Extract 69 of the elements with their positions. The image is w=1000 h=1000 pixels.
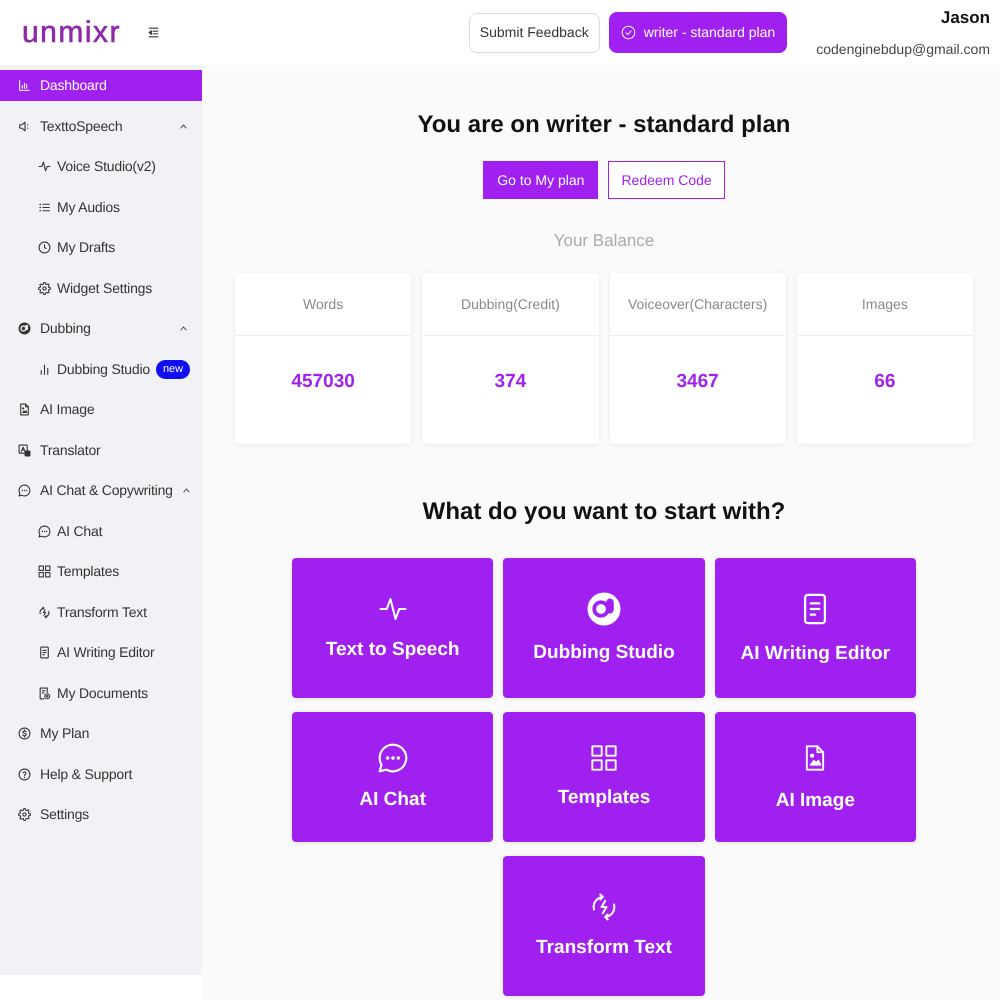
sidebar-item[interactable]: AI Writing Editor bbox=[0, 637, 202, 668]
balance-label: Images bbox=[862, 294, 908, 314]
microphone-disc-icon bbox=[586, 591, 622, 627]
chat-icon bbox=[376, 742, 409, 774]
balance-label: Words bbox=[303, 294, 344, 314]
balance-label: Voiceover(Characters) bbox=[628, 294, 768, 314]
sidebar-item[interactable]: Settings bbox=[0, 799, 202, 830]
settings-icon bbox=[18, 808, 31, 821]
sidebar-item[interactable]: My Plan bbox=[0, 718, 202, 749]
sidebar-item[interactable]: My Documents bbox=[0, 678, 202, 708]
chat-icon bbox=[18, 484, 31, 497]
sidebar-item[interactable]: TexttoSpeech bbox=[0, 110, 202, 142]
plan-title: You are on writer - standard plan bbox=[418, 110, 790, 140]
sidebar-item[interactable]: Help & Support bbox=[0, 758, 202, 790]
plan-button[interactable]: writer - standard plan bbox=[608, 12, 788, 53]
balance-value: 374 bbox=[494, 370, 526, 394]
sidebar-item[interactable]: AI Chat & Copywriting bbox=[0, 475, 202, 506]
speaker-icon bbox=[18, 120, 31, 132]
document-gear-icon bbox=[38, 686, 51, 700]
balance-value: 3467 bbox=[676, 370, 719, 394]
feature-tile[interactable]: Text to Speech bbox=[292, 558, 494, 698]
user-email: codenginebdup@gmail.com bbox=[816, 40, 990, 58]
dollar-icon bbox=[18, 727, 31, 740]
balance-label: Dubbing(Credit) bbox=[460, 294, 560, 314]
feature-tile[interactable]: Dubbing Studio bbox=[503, 558, 705, 698]
grid-icon bbox=[38, 565, 51, 578]
chat-icon bbox=[38, 524, 51, 538]
balance-value: 66 bbox=[874, 370, 896, 394]
list-icon bbox=[38, 200, 51, 214]
sidebar-item[interactable]: Voice Studio(v2) bbox=[0, 151, 202, 182]
feature-tile[interactable]: AI Image bbox=[714, 712, 916, 842]
sidebar-item[interactable]: AI Image bbox=[0, 394, 202, 425]
sidebar-item[interactable]: Dubbing Studio new bbox=[0, 354, 202, 384]
bar-chart-icon bbox=[18, 79, 31, 92]
sidebar-item[interactable]: Dubbing bbox=[0, 313, 202, 344]
sidebar-item[interactable]: My Audios bbox=[0, 192, 202, 222]
menu-icon[interactable] bbox=[147, 26, 160, 39]
document-icon bbox=[38, 646, 51, 659]
feature-tile[interactable]: Transform Text bbox=[503, 856, 705, 996]
sidebar-item[interactable]: Transform Text bbox=[0, 596, 202, 628]
sidebar-item[interactable]: My Drafts bbox=[0, 232, 202, 263]
translate-icon bbox=[18, 444, 31, 456]
feature-tile[interactable]: AI Writing Editor bbox=[714, 558, 916, 698]
sidebar-item[interactable]: Widget Settings bbox=[0, 272, 202, 304]
clock-icon bbox=[38, 241, 51, 254]
pulse-icon bbox=[38, 160, 51, 173]
grid-icon bbox=[590, 744, 618, 772]
sidebar-item[interactable]: Translator bbox=[0, 434, 202, 466]
image-file-icon bbox=[18, 403, 31, 416]
balance-title: Your Balance bbox=[554, 230, 654, 252]
microphone-disc-icon bbox=[18, 322, 31, 335]
primary-button[interactable]: Go to My plan bbox=[483, 161, 598, 199]
sidebar-item[interactable]: Templates bbox=[0, 556, 202, 587]
new-badge: new bbox=[156, 360, 190, 378]
start-title: What do you want to start with? bbox=[422, 497, 786, 527]
feature-tile[interactable]: Templates bbox=[503, 712, 705, 842]
rotate-arrows-icon bbox=[38, 606, 51, 618]
user-name: Jason bbox=[940, 6, 990, 28]
sidebar-item[interactable]: Dashboard bbox=[0, 70, 202, 101]
feature-tile[interactable]: AI Chat bbox=[292, 712, 494, 842]
logo[interactable]: unmixr bbox=[22, 16, 122, 50]
sidebar-item[interactable]: AI Chat bbox=[0, 516, 202, 546]
audio-bars-icon bbox=[38, 362, 51, 376]
settings-icon bbox=[38, 282, 51, 294]
check-circle-icon bbox=[620, 25, 636, 40]
secondary-button[interactable]: Redeem Code bbox=[608, 161, 725, 199]
balance-value: 457030 bbox=[291, 370, 355, 394]
header-button[interactable]: Submit Feedback bbox=[468, 12, 600, 52]
help-icon bbox=[18, 768, 31, 780]
